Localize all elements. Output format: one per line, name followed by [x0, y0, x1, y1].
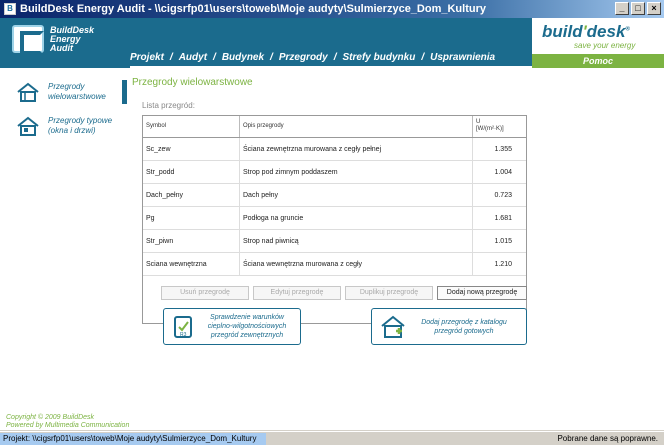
nav-audyt[interactable]: Audyt [179, 52, 207, 63]
table-row[interactable]: Sc_zew Ściana zewnętrzna murowana z cegł… [143, 137, 526, 161]
table-row[interactable]: Str_piwn Strop nad piwnicą 1.015 [143, 229, 526, 253]
minimize-button[interactable]: _ [615, 2, 629, 15]
app-logo: BuildDesk Energy Audit [12, 24, 95, 55]
column-header-symbol[interactable]: Symbol [143, 116, 240, 137]
nav-usprawnienia[interactable]: Usprawnienia [430, 52, 495, 63]
brand-logo: build'desk® [542, 22, 630, 41]
nav-separator: / [213, 52, 216, 63]
logo-text: BuildDesk Energy Audit [50, 24, 95, 53]
checklist-icon: R3 [172, 314, 198, 340]
nav-separator: / [270, 52, 273, 63]
page-title: Przegrody wielowarstwowe [132, 77, 253, 88]
list-label: Lista przegród: [142, 101, 195, 110]
sidebar-item-przegrody-typowe[interactable]: Przegrody typowe (okna i drzwi) [16, 116, 112, 136]
main-nav: Projekt / Audyt / Budynek / Przegrody / … [130, 52, 495, 63]
left-sidebar: Przegrody wielowarstwowe Przegrody typowe… [0, 68, 130, 430]
brand-tagline: save your energy [574, 41, 636, 50]
house-add-icon [380, 314, 406, 340]
nav-separator: / [169, 52, 173, 63]
window-controls: _ □ × [615, 2, 661, 15]
nav-przegrody[interactable]: Przegrody [279, 52, 328, 63]
status-project-path: Projekt: \\cigsrfp01\users\toweb\Moje au… [0, 433, 266, 445]
sidebar-item-przegrody-wielowarstwowe[interactable]: Przegrody wielowarstwowe [16, 82, 106, 102]
column-header-u[interactable]: U [W/(m²·K)] [473, 116, 526, 137]
brand-box: build'desk® save your energy Pomoc [532, 18, 664, 68]
help-button[interactable]: Pomoc [532, 54, 664, 68]
table-row[interactable]: Pg Podłoga na gruncie 1.681 [143, 206, 526, 230]
column-header-desc[interactable]: Opis przegrody [240, 116, 473, 137]
nav-separator: / [333, 52, 337, 63]
app-icon: B [4, 3, 16, 15]
table-row[interactable]: Sciana wewnętrzna Ściana wewnętrzna muro… [143, 252, 526, 276]
window-title: BuildDesk Energy Audit - \\cigsrfp01\use… [20, 3, 486, 15]
title-bar[interactable]: B BuildDesk Energy Audit - \\cigsrfp01\u… [0, 0, 664, 18]
svg-text:R3: R3 [180, 332, 187, 338]
copyright: Copyright © 2009 BuildDesk Powered by Mu… [6, 414, 130, 429]
check-conditions-button[interactable]: R3 Sprawdzenie warunków cieplno-wilgotno… [163, 308, 301, 345]
table-row[interactable]: Str_podd Strop pod zimnym poddaszem 1.00… [143, 160, 526, 184]
nav-budynek[interactable]: Budynek [222, 52, 264, 63]
nav-projekt[interactable]: Projekt [130, 52, 164, 63]
status-bar: Projekt: \\cigsrfp01\users\toweb\Moje au… [0, 431, 664, 445]
edit-partition-button[interactable]: Edytuj przegrodę [253, 286, 341, 300]
duplicate-partition-button[interactable]: Duplikuj przegrodę [345, 286, 433, 300]
close-button[interactable]: × [647, 2, 661, 15]
app-header: BuildDesk Energy Audit Projekt / Audyt /… [0, 18, 664, 68]
nav-strefy-budynku[interactable]: Strefy budynku [343, 52, 416, 63]
table-row[interactable]: Dach_pełny Dach pełny 0.723 [143, 183, 526, 207]
maximize-button[interactable]: □ [631, 2, 645, 15]
builddesk-logo-icon [12, 25, 44, 55]
status-message: Pobrane dane są poprawne. [557, 434, 658, 443]
house-window-icon [16, 116, 40, 136]
add-partition-button[interactable]: Dodaj nową przegrodę [437, 286, 527, 300]
table-header: Symbol Opis przegrody U [W/(m²·K)] [143, 116, 526, 138]
nav-separator: / [421, 52, 425, 63]
main-panel: Przegrody wielowarstwowe Lista przegród:… [130, 68, 664, 430]
active-item-marker [122, 80, 127, 104]
add-from-catalog-button[interactable]: Dodaj przegrodę z katalogu przegród goto… [371, 308, 527, 345]
delete-partition-button[interactable]: Usuń przegrodę [161, 286, 249, 300]
house-wall-icon [16, 82, 40, 102]
